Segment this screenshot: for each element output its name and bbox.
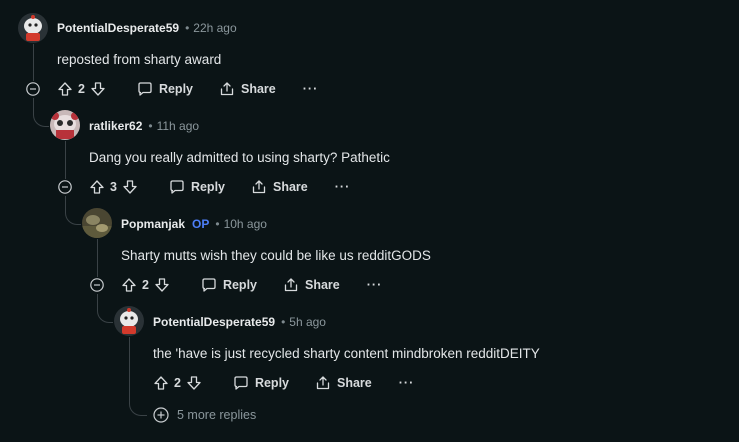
- separator-dot: •: [215, 217, 220, 231]
- reply-button[interactable]: Reply: [233, 375, 289, 391]
- comment-meta: PotentialDesperate59 • 22h ago: [57, 20, 237, 36]
- comment-meta: PotentialDesperate59 • 5h ago: [153, 314, 326, 330]
- arrow-up-icon[interactable]: [57, 81, 73, 97]
- more-replies-link[interactable]: 5 more replies: [153, 407, 256, 423]
- avatar[interactable]: [18, 13, 48, 43]
- arrow-up-icon[interactable]: [89, 179, 105, 195]
- share-label: Share: [241, 82, 276, 96]
- thread-elbow-2: [65, 196, 81, 225]
- thread-line-3: [97, 239, 98, 277]
- reply-button[interactable]: Reply: [137, 81, 193, 97]
- thread-elbow-1: [33, 98, 49, 127]
- share-icon: [220, 82, 234, 96]
- share-button[interactable]: Share: [283, 277, 340, 293]
- collapse-button[interactable]: [58, 180, 72, 194]
- comment-actions: 3 Reply Share ···: [89, 176, 350, 198]
- share-icon: [284, 278, 298, 292]
- thread-elbow-3: [97, 294, 113, 323]
- timestamp[interactable]: 22h ago: [193, 21, 236, 35]
- comment-actions: 2 Reply Share ···: [57, 78, 318, 100]
- separator-dot: •: [281, 315, 286, 329]
- thread-line-2: [65, 141, 66, 179]
- timestamp[interactable]: 11h ago: [157, 119, 200, 133]
- share-button[interactable]: Share: [251, 179, 308, 195]
- reply-label: Reply: [222, 278, 257, 292]
- comment-actions: 2 Reply Share ···: [153, 372, 414, 394]
- more-options-button[interactable]: ···: [303, 82, 319, 96]
- comment-actions: 2 Reply Share ···: [121, 274, 382, 296]
- speech-bubble-icon: [138, 82, 152, 96]
- avatar[interactable]: [82, 208, 112, 238]
- reply-label: Reply: [158, 82, 193, 96]
- comment-body: Dang you really admitted to using sharty…: [89, 150, 390, 165]
- username[interactable]: ratliker62: [89, 119, 142, 133]
- plus-circle-icon: [153, 407, 169, 423]
- arrow-up-icon[interactable]: [121, 277, 137, 293]
- timestamp[interactable]: 10h ago: [224, 217, 267, 231]
- arrow-up-icon[interactable]: [153, 375, 169, 391]
- thread-elbow-4: [129, 337, 147, 416]
- arrow-down-icon[interactable]: [186, 375, 202, 391]
- more-replies-label: 5 more replies: [177, 408, 257, 422]
- vote-group: 3: [89, 179, 138, 195]
- vote-group: 2: [57, 81, 106, 97]
- reply-button[interactable]: Reply: [169, 179, 225, 195]
- more-options-button[interactable]: ···: [399, 376, 415, 390]
- more-options-button[interactable]: ···: [335, 180, 351, 194]
- more-options-button[interactable]: ···: [367, 278, 383, 292]
- arrow-down-icon[interactable]: [90, 81, 106, 97]
- share-label: Share: [305, 278, 340, 292]
- comment-body: Sharty mutts wish they could be like us …: [121, 248, 431, 263]
- share-icon: [316, 376, 330, 390]
- minus-circle-icon: [90, 278, 104, 292]
- reply-label: Reply: [190, 180, 225, 194]
- arrow-down-icon[interactable]: [122, 179, 138, 195]
- op-badge: OP: [192, 217, 210, 231]
- speech-bubble-icon: [234, 376, 248, 390]
- snoo-avatar-icon: [114, 306, 144, 336]
- photo-avatar-icon: [82, 208, 112, 238]
- username[interactable]: PotentialDesperate59: [57, 21, 179, 35]
- vote-count: 3: [110, 180, 117, 194]
- vote-count: 2: [78, 82, 85, 96]
- comment-body: reposted from sharty award: [57, 52, 222, 67]
- share-label: Share: [337, 376, 372, 390]
- vote-count: 2: [174, 376, 181, 390]
- vote-group: 2: [121, 277, 170, 293]
- avatar[interactable]: [50, 110, 80, 140]
- share-label: Share: [273, 180, 308, 194]
- minus-circle-icon: [26, 82, 40, 96]
- speech-bubble-icon: [170, 180, 184, 194]
- rat-avatar-icon: [50, 110, 80, 140]
- thread-line-1: [33, 44, 34, 81]
- timestamp[interactable]: 5h ago: [289, 315, 326, 329]
- share-button[interactable]: Share: [219, 81, 276, 97]
- share-button[interactable]: Share: [315, 375, 372, 391]
- arrow-down-icon[interactable]: [154, 277, 170, 293]
- username[interactable]: Popmanjak: [121, 217, 185, 231]
- collapse-button[interactable]: [26, 82, 40, 96]
- snoo-avatar-icon: [18, 13, 48, 43]
- reply-button[interactable]: Reply: [201, 277, 257, 293]
- comment-body: the 'have is just recycled sharty conten…: [153, 346, 540, 361]
- collapse-button[interactable]: [90, 278, 104, 292]
- comment-meta: ratliker62 • 11h ago: [89, 118, 199, 134]
- vote-group: 2: [153, 375, 202, 391]
- speech-bubble-icon: [202, 278, 216, 292]
- share-icon: [252, 180, 266, 194]
- username[interactable]: PotentialDesperate59: [153, 315, 275, 329]
- avatar[interactable]: [114, 306, 144, 336]
- minus-circle-icon: [58, 180, 72, 194]
- reply-label: Reply: [254, 376, 289, 390]
- vote-count: 2: [142, 278, 149, 292]
- comment-meta: Popmanjak OP • 10h ago: [121, 216, 267, 232]
- separator-dot: •: [148, 119, 153, 133]
- separator-dot: •: [185, 21, 190, 35]
